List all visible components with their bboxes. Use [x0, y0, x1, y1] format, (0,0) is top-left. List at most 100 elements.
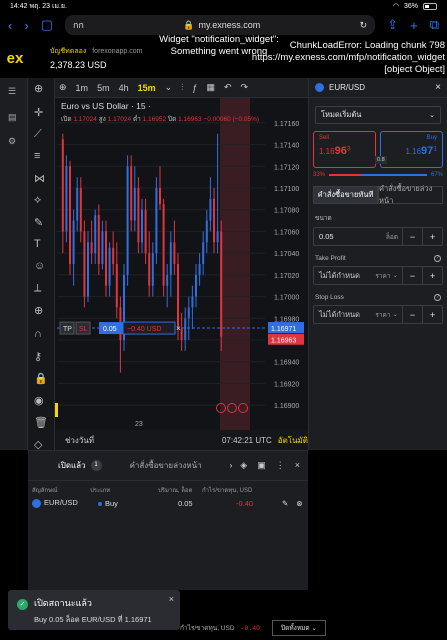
projection-icon[interactable]: ⟡	[34, 194, 41, 207]
timeframe-1m[interactable]: 1m	[76, 83, 89, 93]
emoji-icon[interactable]: ☺	[34, 260, 45, 272]
tp-label-text: Take Profit	[315, 255, 346, 262]
volume-input[interactable]: 0.05	[314, 232, 386, 241]
position-pl: −0.40 USD	[127, 326, 161, 333]
positions-panel: เปิดแล้ว 1 คำสั่งซื้อขายล่วงหน้า › ◈ ▣ ⋮ × ส…	[28, 450, 308, 590]
edit-icon[interactable]: ✎	[282, 499, 288, 508]
help-icon[interactable]: ?	[434, 294, 441, 301]
add-indicator-icon[interactable]: ⊕	[59, 82, 67, 93]
timeframe-5m[interactable]: 5m	[97, 83, 110, 93]
tp-plus-button[interactable]: +	[422, 267, 442, 284]
tp-unit: ราคา	[375, 272, 391, 280]
help-icon[interactable]: ?	[434, 255, 441, 262]
sl-unit-select[interactable]: ราคา ⌄	[375, 310, 398, 320]
chart-clock: 07:42:21 UTC	[221, 435, 272, 445]
settings-icon[interactable]: ⚙	[8, 136, 16, 147]
tab-market-order[interactable]: คำสั่งซื้อขายทันที	[313, 186, 378, 204]
timeframe-4h[interactable]: 4h	[119, 83, 129, 93]
date-range-button[interactable]: ช่วงวันที่	[65, 434, 94, 447]
chevron-right-icon[interactable]: ›	[230, 461, 233, 470]
volume-plus-button[interactable]: +	[422, 228, 442, 245]
address-bar[interactable]: กก 🔒 my.exness.com ↻	[64, 15, 376, 35]
ohlc-part: −0.00060 (−0.05%)	[203, 116, 259, 123]
close-icon[interactable]: ×	[295, 460, 300, 471]
price-chart[interactable]: 1.17160 1.17140 1.17120 1.17100 1.17080 1.170…	[55, 98, 308, 430]
tp-field: ไม่ได้กำหนด ราคา ⌄ − +	[313, 266, 443, 285]
account-selector[interactable]: บัญชีทดลอง forexonapp.com 2,378.23 USD	[50, 46, 142, 70]
trendline-icon[interactable]: ⟋	[34, 128, 42, 141]
undo-icon[interactable]: ↶	[224, 82, 232, 93]
order-mode-select[interactable]: โหมดเริ่มต้น ⌄	[315, 106, 441, 124]
more-icon[interactable]: ⋮	[276, 460, 285, 471]
candle-body	[148, 253, 151, 286]
positions-tabs: เปิดแล้ว 1 คำสั่งซื้อขายล่วงหน้า › ◈ ▣ ⋮ ×	[28, 451, 308, 481]
zoom-icon[interactable]: ⊕	[34, 304, 43, 317]
chunk-error-text: ChunkLoadError: Loading chunk 798 https:…	[251, 40, 445, 75]
indicators-icon[interactable]: ƒ	[192, 83, 197, 93]
volume-minus-button[interactable]: −	[402, 228, 422, 245]
auto-scale-button[interactable]: อัตโนมัติ	[278, 434, 308, 447]
candle-body	[76, 188, 79, 221]
bookmarks-icon[interactable]: ▢	[41, 17, 53, 33]
exness-logo[interactable]: ex	[0, 50, 30, 67]
reload-icon[interactable]: ↻	[360, 20, 368, 31]
tab-open-positions[interactable]: เปิดแล้ว 1	[58, 459, 102, 472]
back-icon[interactable]: ‹	[8, 18, 12, 33]
timeframe-15m[interactable]: 15m	[138, 83, 156, 93]
lock-icon[interactable]: 🔒	[34, 372, 48, 385]
menu-icon[interactable]: ☰	[8, 86, 16, 97]
text-icon[interactable]: T	[34, 238, 41, 250]
lock-drawing-icon[interactable]: ⚷	[34, 350, 42, 363]
sl-minus-button[interactable]: −	[402, 306, 422, 323]
redo-icon[interactable]: ↷	[241, 82, 249, 93]
box-icon[interactable]: ▣	[257, 460, 266, 471]
volume-field: 0.05 ล็อต − +	[313, 227, 443, 246]
trash-icon[interactable]: 🗑	[34, 416, 48, 429]
fib-icon[interactable]: ≡	[34, 150, 40, 162]
news-highlight-band	[220, 98, 250, 430]
col-volume: ปริมาณ, ล็อต	[158, 488, 193, 494]
close-position-icon[interactable]: ⊗	[296, 499, 302, 508]
candlestick-chart[interactable]: 1.17160 1.17140 1.17120 1.17100 1.17080 1.170…	[55, 98, 308, 430]
ohlc-part: เปิด	[61, 115, 72, 123]
chevron-down-icon[interactable]: ⌄	[165, 82, 173, 93]
order-panel-header: EUR/USD ×	[309, 78, 447, 98]
sl-input[interactable]: ไม่ได้กำหนด	[314, 309, 375, 321]
candle-type-icon[interactable]: ⫶	[181, 82, 183, 93]
tab-label: กก	[72, 20, 84, 30]
tab-pending-positions[interactable]: คำสั่งซื้อขายล่วงหน้า	[130, 459, 202, 472]
candle-body	[115, 264, 118, 308]
forward-icon[interactable]: ›	[24, 18, 28, 33]
pattern-icon[interactable]: ⋈	[34, 172, 45, 185]
toast-close-icon[interactable]: ×	[169, 594, 174, 604]
sell-button[interactable]: Sell 1.16963	[313, 131, 376, 168]
tab-pending-order[interactable]: คำสั่งซื้อขายล่วงหน้า	[378, 184, 443, 205]
chart-footer: ช่วงวันที่ 07:42:21 UTC อัตโนมัติ	[55, 430, 308, 450]
eur-flag-icon	[32, 498, 41, 508]
sell-price-small: 3	[346, 145, 351, 153]
tabs-icon[interactable]: ⧉	[430, 17, 439, 33]
candle-body	[79, 188, 82, 232]
close-all-button[interactable]: ปิดทั้งหมด ⌄	[272, 620, 326, 636]
new-tab-icon[interactable]: +	[410, 18, 418, 33]
tp-minus-button[interactable]: −	[402, 267, 422, 284]
tp-input[interactable]: ไม่ได้กำหนด	[314, 270, 375, 282]
buy-button[interactable]: Buy 1.16971	[380, 131, 443, 168]
ruler-icon[interactable]: ⟂	[34, 282, 41, 295]
candle-body	[205, 220, 208, 243]
add-icon[interactable]: ⊕	[34, 82, 43, 95]
tp-unit-select[interactable]: ราคา ⌄	[375, 271, 398, 281]
sl-plus-button[interactable]: +	[422, 306, 442, 323]
eye-icon[interactable]: ◉	[34, 394, 44, 407]
crosshair-icon[interactable]: ✛	[34, 106, 43, 119]
price-buttons: Sell 1.16963 Buy 1.16971 0.8	[313, 131, 443, 168]
layers-icon[interactable]: ◈	[240, 460, 247, 471]
magnet-icon[interactable]: ∩	[34, 328, 42, 340]
close-icon[interactable]: ×	[435, 82, 441, 93]
calendar-icon[interactable]: ▤	[8, 112, 17, 123]
chevron-down-icon: ⌄	[392, 310, 398, 318]
table-row[interactable]: EUR/USD Buy 0.05 -0.40 ✎ ⊗	[28, 495, 308, 511]
layout-icon[interactable]: ▦	[206, 82, 215, 93]
share-icon[interactable]: ⇪	[387, 17, 398, 33]
brush-icon[interactable]: ✎	[34, 216, 43, 229]
